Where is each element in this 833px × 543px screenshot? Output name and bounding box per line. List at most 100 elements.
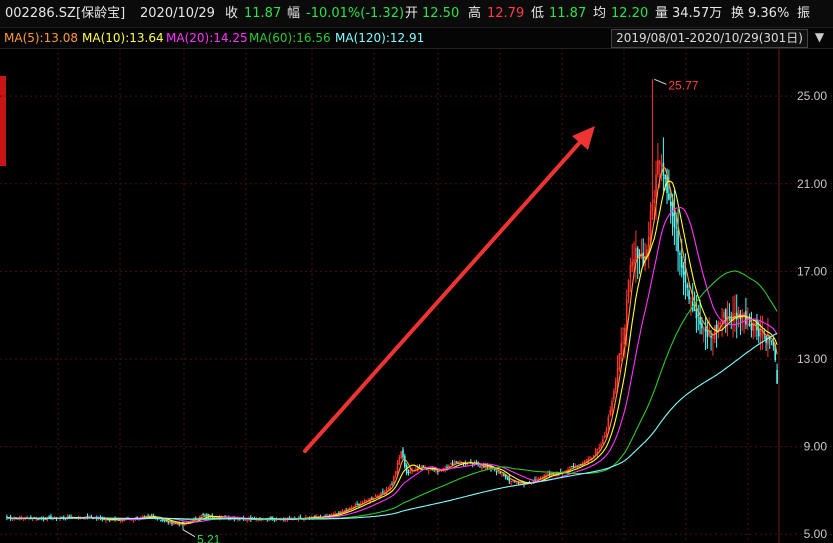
candle-body	[622, 341, 624, 343]
candle-body	[451, 462, 454, 466]
candle-body	[618, 353, 621, 370]
candle-body	[710, 335, 712, 338]
candle-body	[614, 381, 617, 391]
candle-body	[653, 199, 656, 203]
candle-body	[633, 259, 635, 265]
candle-body	[448, 464, 450, 467]
candle-body	[160, 519, 162, 521]
candle-body	[515, 482, 518, 484]
price-axis: 25.00 21.00 17.00 13.00 9.00 5.00	[797, 89, 827, 541]
candle-body	[365, 500, 368, 502]
candle-body	[404, 456, 406, 467]
candle-body	[715, 324, 718, 331]
candle-body	[387, 488, 390, 490]
ma-line-5	[6, 166, 778, 525]
candle-body	[609, 409, 612, 416]
ma20-legend: MA(20):14.25	[166, 31, 248, 45]
grid-lines	[0, 48, 833, 543]
volume-label: 量	[655, 6, 669, 21]
candle-body	[746, 321, 749, 327]
candle-body	[669, 201, 672, 206]
candle-body	[748, 324, 751, 326]
candle-body	[48, 516, 50, 518]
candle-body	[613, 390, 615, 400]
candle-body	[651, 203, 654, 211]
high-label: 高	[468, 6, 482, 21]
high-price-label: 25.77	[668, 78, 698, 92]
candle-body	[570, 466, 573, 468]
candle-body	[506, 478, 509, 480]
candle-body	[503, 474, 505, 476]
ma120-legend: MA(120):12.91	[335, 31, 425, 45]
candle-body	[501, 474, 503, 476]
kline-chart[interactable]: 25.77 5.21 25.00 21.00 17.00 13.00 9.00 …	[0, 48, 833, 543]
trend-arrow-shaft	[303, 138, 584, 453]
candle-body	[686, 284, 689, 288]
candle-body	[497, 471, 500, 473]
candle-body	[382, 491, 384, 493]
low-value: 11.87	[549, 6, 587, 21]
change-label: 幅	[287, 6, 301, 21]
candle-body	[453, 462, 456, 464]
candle-body	[449, 463, 452, 465]
candle-body	[699, 317, 701, 325]
candle-body	[391, 484, 393, 486]
candle-body	[655, 174, 657, 197]
low-price-pointer	[182, 529, 196, 538]
candle-body	[660, 164, 663, 167]
candle-body	[708, 332, 711, 337]
candle-body	[396, 462, 399, 473]
candle-body	[658, 161, 661, 165]
stock-code: 002286.SZ	[5, 6, 76, 21]
candle-body	[757, 328, 760, 337]
high-price-pointer	[654, 78, 667, 85]
candle-body	[616, 367, 619, 382]
candle-body	[629, 265, 632, 279]
candle-body	[713, 326, 716, 340]
chevron-down-icon[interactable]: ▼	[810, 28, 829, 46]
y-tick-label: 17.00	[797, 264, 827, 278]
moving-average-lines	[6, 166, 778, 525]
y-tick-label: 21.00	[797, 177, 827, 191]
candle-body	[402, 449, 404, 458]
open-label: 开	[405, 6, 419, 21]
candle-body	[400, 451, 402, 459]
change-value: -10.01%(-1.32)	[306, 6, 405, 21]
candle-body	[693, 310, 696, 312]
candle-body	[649, 210, 652, 241]
candle-body	[202, 513, 204, 516]
quote-header-bar: 002286.SZ [保龄宝] 2020/10/29 收 11.87 幅 -10…	[0, 0, 833, 27]
candle-body	[569, 466, 571, 468]
candle-body	[594, 451, 597, 455]
candle-body	[446, 466, 448, 468]
candle-body	[752, 325, 755, 332]
candle-body	[607, 416, 610, 428]
candle-body	[427, 469, 430, 472]
amplitude-label: 振	[797, 6, 811, 21]
candle-body	[437, 470, 439, 472]
y-tick-label: 25.00	[797, 89, 827, 103]
candle-body	[668, 193, 670, 200]
candle-body	[603, 435, 606, 438]
date-range-selector[interactable]: 2019/08/01-2020/10/29(301日)	[611, 29, 808, 48]
candle-body	[171, 522, 173, 524]
y-tick-label: 5.00	[804, 527, 828, 541]
candle-body	[688, 290, 690, 300]
low-price-label: 5.21	[197, 533, 221, 543]
candle-body	[719, 322, 722, 325]
candle-body	[600, 444, 602, 448]
candle-body	[499, 472, 501, 474]
turnover-label: 换	[731, 6, 745, 21]
candle-body	[356, 503, 358, 505]
turnover-value: 9.36%	[748, 6, 790, 21]
candle-body	[143, 515, 146, 517]
candle-body	[647, 236, 650, 247]
candle-body	[602, 439, 604, 445]
candle-body	[682, 265, 685, 275]
candle-body	[495, 471, 498, 473]
candle-body	[679, 253, 681, 255]
candle-body	[684, 271, 687, 283]
candle-body	[363, 500, 366, 502]
candle-body	[455, 461, 457, 463]
candle-body	[547, 473, 549, 475]
